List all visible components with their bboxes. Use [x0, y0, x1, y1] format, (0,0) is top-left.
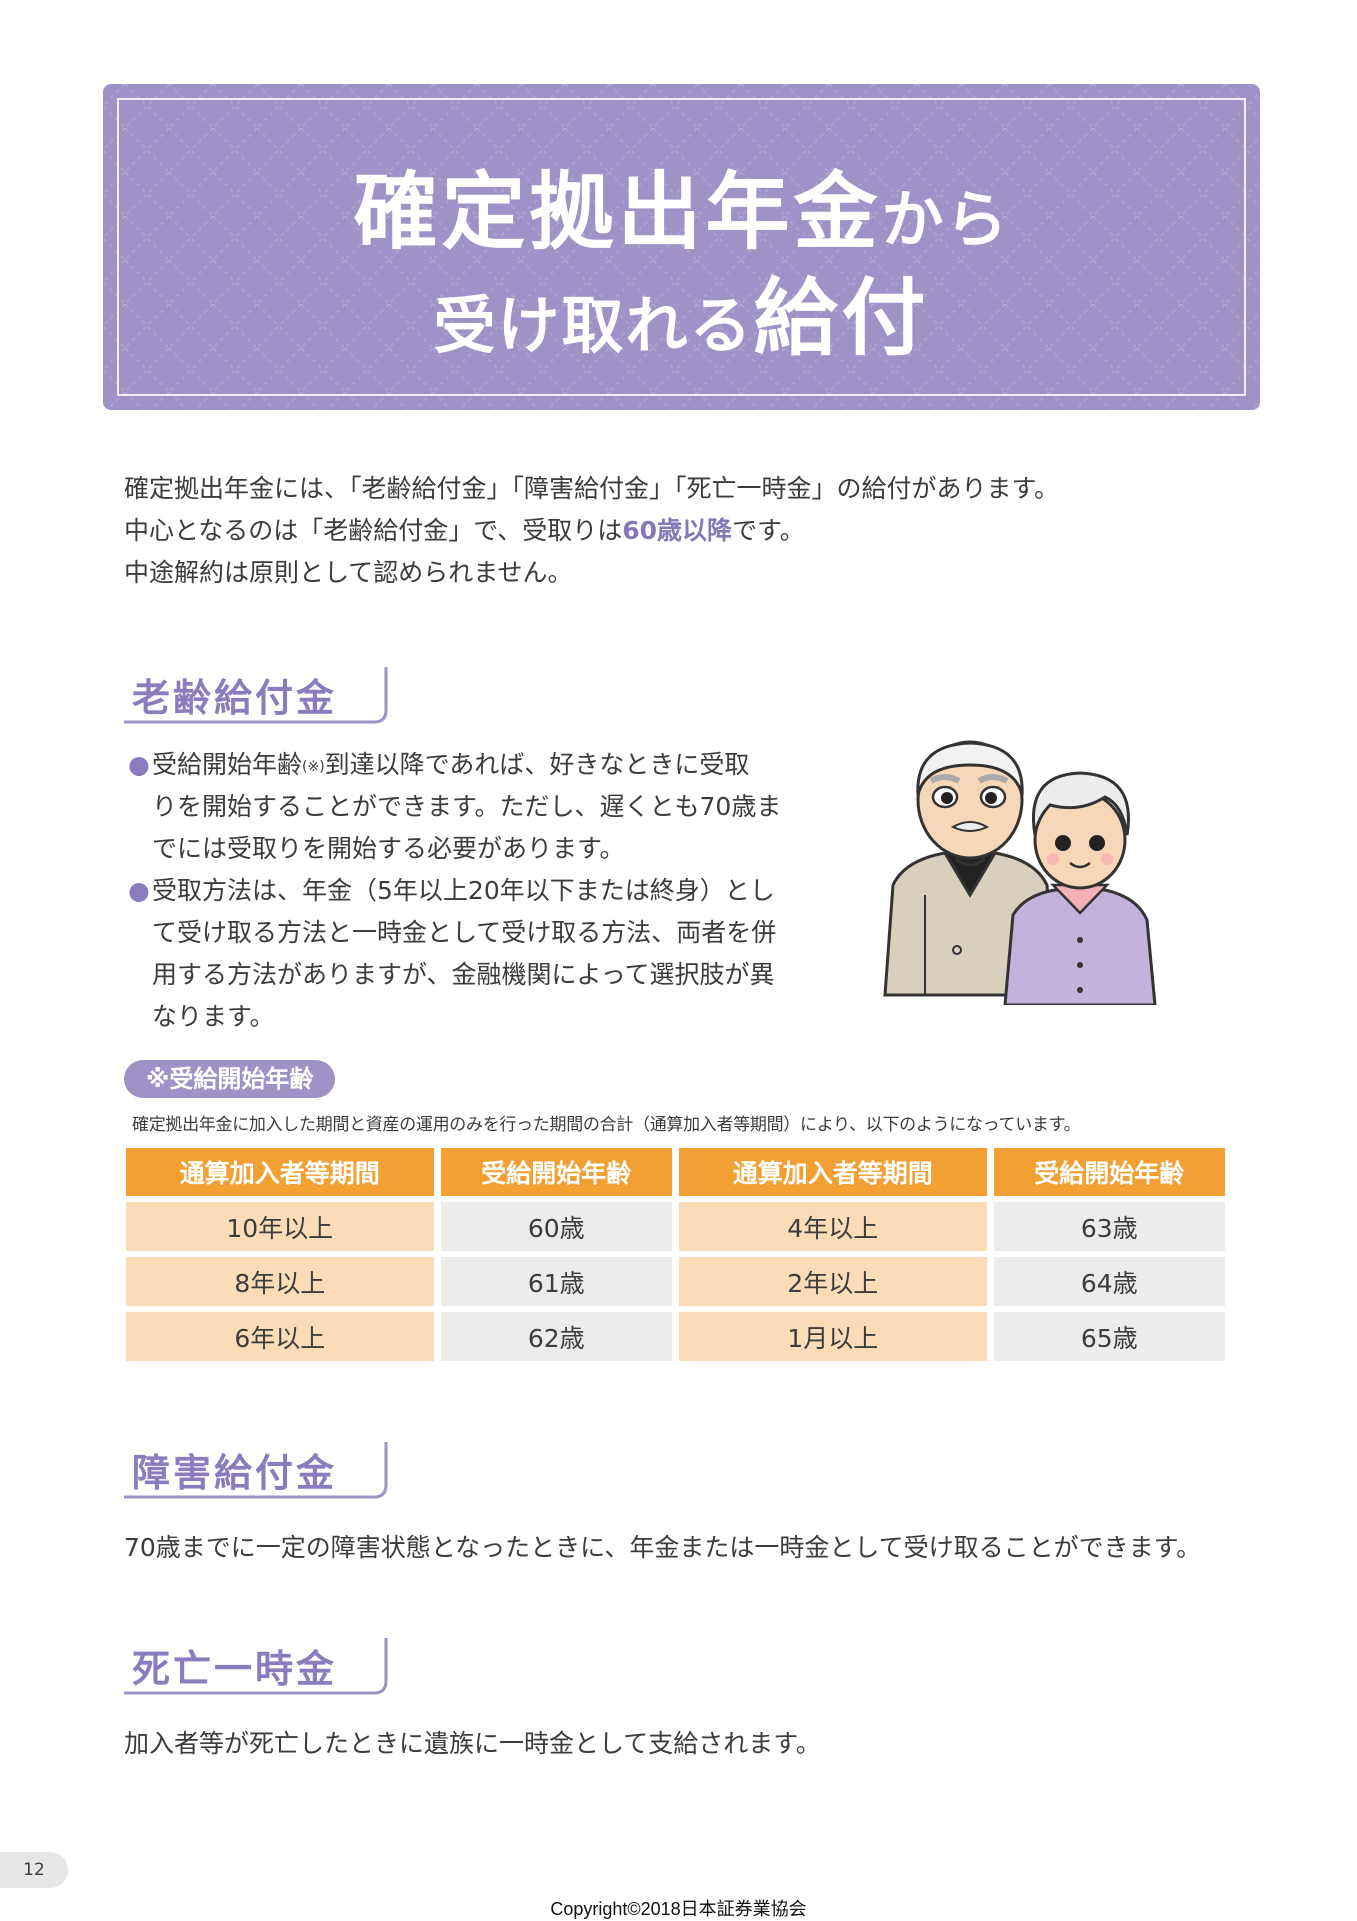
intro-line: 中途解約は原則として認められません。 [124, 558, 573, 587]
death-text: 加入者等が死亡したときに遺族に一時金として支給されます。 [124, 1729, 821, 1758]
table-cell: 60歳 [440, 1202, 672, 1251]
highlight-age: 60歳以降 [622, 516, 733, 545]
copyright: Copyright©2018日本証券業協会 [550, 1899, 807, 1919]
start-age-label: ※受給開始年齢 [124, 1060, 336, 1098]
section-heading-death: 死亡一時金 [124, 1636, 394, 1696]
table-row: 6年以上 62歳 1月以上 65歳 [126, 1312, 1225, 1361]
column-header: 受給開始年齢 [993, 1148, 1225, 1196]
title-banner: 確定拠出年金から 受け取れる給付 [103, 84, 1260, 410]
table-cell: 4年以上 [678, 1202, 987, 1251]
table-row: 10年以上 60歳 4年以上 63歳 [126, 1202, 1225, 1251]
start-age-table: 通算加入者等期間 受給開始年齢 通算加入者等期間 受給開始年齢 10年以上 60… [119, 1142, 1232, 1367]
page-title-line2: 受け取れる給付 [433, 269, 930, 367]
table-cell: 63歳 [993, 1202, 1225, 1251]
table-cell: 6年以上 [126, 1312, 434, 1361]
table-cell: 10年以上 [126, 1202, 434, 1251]
start-age-note: 確定拠出年金に加入した期間と資産の運用のみを行った期間の合計（通算加入者等期間）… [132, 1115, 1081, 1135]
intro-text: 確定拠出年金には、「老齢給付金」「障害給付金」「死亡一時金」の給付があります。 … [124, 468, 1059, 594]
table-cell: 2年以上 [678, 1257, 987, 1306]
table-cell: 61歳 [440, 1257, 672, 1306]
section-heading-disability: 障害給付金 [124, 1440, 394, 1500]
page-title-line1: 確定拠出年金から [353, 163, 1010, 261]
table-cell: 64歳 [993, 1257, 1225, 1306]
table-cell: 8年以上 [126, 1257, 434, 1306]
column-header: 受給開始年齢 [440, 1148, 672, 1196]
intro-line: 中心となるのは「老齢給付金」で、受取りは60歳以降です。 [124, 516, 805, 545]
intro-line: 確定拠出年金には、「老齢給付金」「障害給付金」「死亡一時金」の給付があります。 [124, 474, 1060, 503]
list-item: ● 受給開始年齢(※)到達以降であれば、好きなときに受取 りを開始することができ… [128, 750, 782, 863]
table-row: 8年以上 61歳 2年以上 64歳 [126, 1257, 1225, 1306]
column-header: 通算加入者等期間 [126, 1148, 434, 1196]
list-item: ● 受取方法は、年金（5年以上20年以下または終身）とし て受け取る方法と一時金… [128, 876, 777, 1031]
table-cell: 1月以上 [678, 1312, 987, 1361]
table-cell: 62歳 [440, 1312, 672, 1361]
table-header-row: 通算加入者等期間 受給開始年齢 通算加入者等期間 受給開始年齢 [126, 1148, 1225, 1196]
old-age-bullets: ● 受給開始年齢(※)到達以降であれば、好きなときに受取 りを開始することができ… [128, 744, 818, 1038]
page-number: 12 [0, 1852, 68, 1888]
column-header: 通算加入者等期間 [678, 1148, 987, 1196]
disability-text: 70歳までに一定の障害状態となったときに、年金または一時金として受け取ることがで… [124, 1533, 1202, 1562]
section-heading-old-age: 老齢給付金 [124, 665, 394, 725]
elderly-couple-illustration [883, 740, 1157, 1005]
table-cell: 65歳 [993, 1312, 1225, 1361]
